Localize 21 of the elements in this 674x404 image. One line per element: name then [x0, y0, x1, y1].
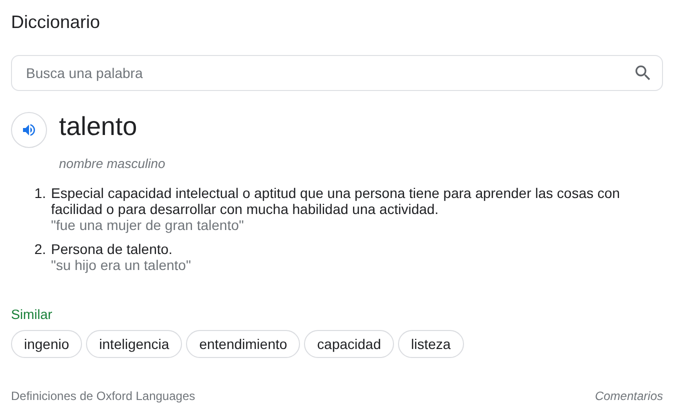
- search-icon[interactable]: [633, 63, 653, 83]
- definition-text: Persona de talento.: [51, 241, 172, 257]
- headword: talento: [59, 111, 138, 141]
- source-attribution: Definiciones de Oxford Languages: [11, 389, 196, 403]
- similar-label: Similar: [11, 307, 52, 322]
- speaker-icon: [21, 122, 37, 138]
- usage-example: "fue una mujer de gran talento": [51, 217, 244, 233]
- feedback-link[interactable]: Comentarios: [594, 389, 663, 403]
- usage-example: "su hijo era un talento": [51, 257, 191, 273]
- play-pronunciation-button[interactable]: [11, 112, 47, 148]
- similar-word-chip[interactable]: inteligencia: [86, 330, 182, 358]
- similar-word-chip[interactable]: entendimiento: [186, 330, 300, 358]
- search-field[interactable]: Busca una palabra: [11, 55, 663, 91]
- definition-text: Especial capacidad intelectual o aptitud que una persona tiene para aprender las cosas con facilidad o para desarrollar con mucha habilidad una actividad.: [51, 185, 620, 217]
- part-of-speech: nombre masculino: [59, 156, 166, 171]
- dictionary-title: Diccionario: [11, 11, 100, 33]
- similar-word-chip[interactable]: ingenio: [11, 330, 82, 358]
- definition-number: 1.: [33, 185, 47, 203]
- similar-word-chip[interactable]: listeza: [398, 330, 464, 358]
- similar-word-chip[interactable]: capacidad: [304, 330, 394, 358]
- definition-number: 2.: [33, 241, 47, 259]
